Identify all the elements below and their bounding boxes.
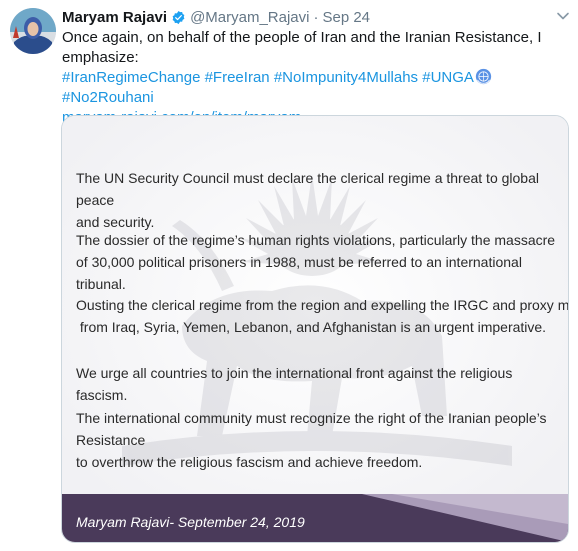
card-paragraph-line: The international community must recogni… — [76, 410, 547, 448]
author-handle[interactable]: @Maryam_Rajavi — [190, 9, 309, 26]
card-paragraph-line: The UN Security Council must declare the… — [76, 170, 539, 208]
tweet-text: Once again, on behalf of the people of I… — [62, 28, 566, 128]
tweet-header: Maryam Rajavi @Maryam_Rajavi · Sep 24 — [62, 7, 568, 27]
tweet-text-line: emphasize: — [62, 49, 139, 66]
chevron-down-icon[interactable] — [556, 9, 570, 23]
media-card[interactable]: The UN Security Council must declare the… — [61, 115, 569, 543]
card-paragraph-line: We urge all countries to join the intern… — [76, 365, 513, 403]
hashtag-link[interactable]: #IranRegimeChange — [62, 69, 200, 86]
avatar-image — [10, 8, 56, 54]
card-paragraph: The international community must recogni… — [76, 407, 562, 473]
card-paragraph: We urge all countries to join the intern… — [76, 362, 562, 406]
un-flag-emoji-icon — [475, 68, 492, 85]
hashtag-link[interactable]: #No2Rouhani — [62, 89, 154, 106]
hashtag-link[interactable]: #FreeIran — [205, 69, 270, 86]
card-paragraph-line: to overthrow the religious fascism and a… — [76, 454, 423, 470]
card-paragraph: The UN Security Council must declare the… — [76, 167, 562, 233]
hashtag-link[interactable]: #NoImpunity4Mullahs — [274, 69, 418, 86]
signature-text: Maryam Rajavi- September 24, 2019 — [76, 514, 305, 530]
tweet[interactable]: Maryam Rajavi @Maryam_Rajavi · Sep 24 On… — [0, 0, 578, 551]
avatar[interactable] — [10, 8, 56, 54]
header-separator: · — [313, 8, 319, 26]
card-paragraph-line: of 30,000 political prisoners in 1988, m… — [76, 254, 522, 292]
hashtag-link[interactable]: #UNGA — [422, 69, 474, 86]
hashtag-row: #IranRegimeChange #FreeIran #NoImpunity4… — [62, 68, 566, 108]
card-paragraph-line: Ousting the clerical regime from the reg… — [76, 297, 569, 313]
tweet-text-line: Once again, on behalf of the people of I… — [62, 29, 542, 46]
author-name[interactable]: Maryam Rajavi — [62, 9, 167, 26]
card-paragraph: Ousting the clerical regime from the reg… — [76, 294, 569, 338]
tweet-date[interactable]: Sep 24 — [322, 9, 370, 26]
card-paragraph-line: The dossier of the regime’s human rights… — [76, 232, 556, 248]
card-paragraph-line: from Iraq, Syria, Yemen, Lebanon, and Af… — [76, 319, 547, 335]
card-paragraph: The dossier of the regime’s human rights… — [76, 229, 562, 295]
verified-badge-icon — [172, 10, 185, 24]
